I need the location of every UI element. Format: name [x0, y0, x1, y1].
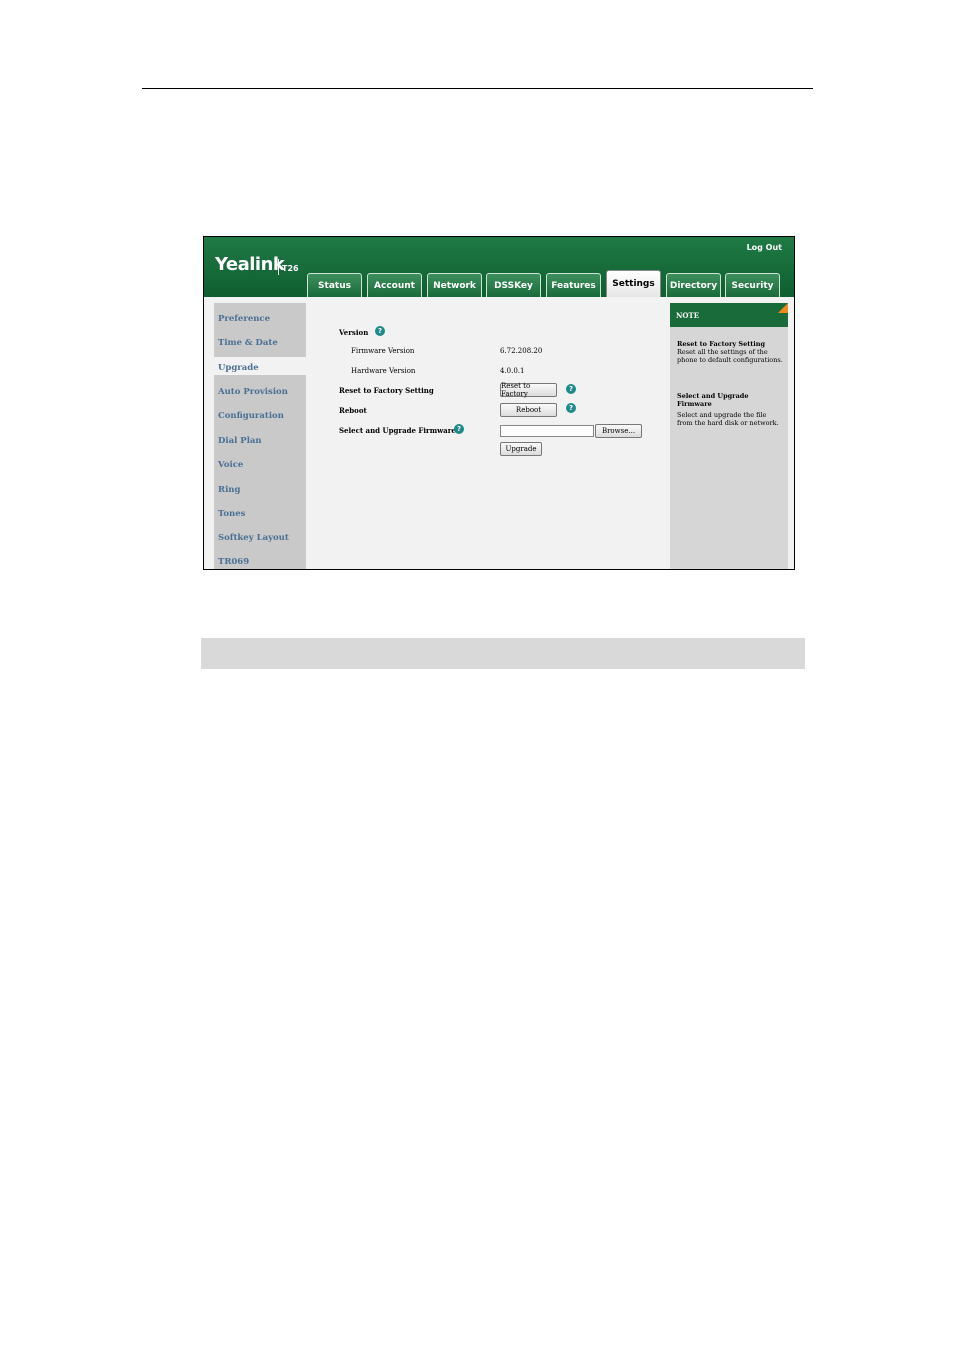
upgrade-button[interactable]: Upgrade — [500, 442, 542, 456]
hardware-version-value: 4.0.0.1 — [500, 367, 525, 375]
reboot-button[interactable]: Reboot — [500, 403, 557, 417]
browse-button[interactable]: Browse... — [595, 424, 642, 438]
note-panel: NOTE Reset to Factory Setting Reset all … — [670, 303, 788, 569]
sidebar-item-dial-plan[interactable]: Dial Plan — [218, 436, 262, 446]
note-heading: NOTE — [670, 303, 788, 327]
reboot-help-icon[interactable]: ? — [566, 403, 576, 413]
tab-network[interactable]: Network — [427, 273, 482, 297]
header-bar: Yealink T26 Log Out Status Account Netwo… — [204, 237, 794, 297]
tab-account[interactable]: Account — [367, 273, 422, 297]
tab-security[interactable]: Security — [725, 273, 780, 297]
note-reset-title: Reset to Factory Setting — [677, 340, 766, 348]
upgrade-help-icon[interactable]: ? — [454, 424, 464, 434]
sidebar-item-upgrade[interactable]: Upgrade — [218, 363, 259, 373]
version-label: Version — [339, 328, 369, 337]
tab-features[interactable]: Features — [546, 273, 601, 297]
page-top-rule — [142, 88, 813, 89]
firmware-file-input[interactable] — [500, 425, 594, 437]
tab-dsskey[interactable]: DSSKey — [486, 273, 541, 297]
model-label: T26 — [282, 264, 299, 273]
firmware-version-value: 6.72.208.20 — [500, 347, 543, 355]
firmware-version-label: Firmware Version — [351, 347, 415, 355]
sidebar-item-tones[interactable]: Tones — [218, 509, 245, 519]
reset-factory-label: Reset to Factory Setting — [339, 386, 434, 395]
sidebar-item-tr069[interactable]: TR069 — [218, 557, 249, 567]
sidebar-item-time-date[interactable]: Time & Date — [218, 338, 278, 348]
version-help-icon[interactable]: ? — [375, 326, 385, 336]
tab-settings[interactable]: Settings — [606, 270, 661, 297]
reboot-label: Reboot — [339, 406, 367, 415]
reset-help-icon[interactable]: ? — [566, 384, 576, 394]
sidebar-item-softkey-layout[interactable]: Softkey Layout — [218, 533, 289, 543]
sidebar-item-auto-provision[interactable]: Auto Provision — [218, 387, 288, 397]
note-upgrade-text: Select and upgrade the file from the har… — [677, 411, 779, 427]
sidebar-item-ring[interactable]: Ring — [218, 485, 240, 495]
tab-status[interactable]: Status — [307, 273, 362, 297]
brand-logo: Yealink — [215, 254, 285, 275]
note-upgrade-title: Select and Upgrade Firmware — [677, 392, 749, 408]
hardware-version-label: Hardware Version — [351, 367, 416, 375]
upgrade-firmware-label: Select and Upgrade Firmware — [339, 426, 456, 435]
screenshot-frame: Yealink T26 Log Out Status Account Netwo… — [203, 236, 795, 570]
gray-table-header-bar — [201, 638, 805, 669]
main-body: Preference Time & Date Upgrade Auto Prov… — [204, 297, 794, 569]
logout-link[interactable]: Log Out — [747, 243, 782, 252]
sidebar-item-voice[interactable]: Voice — [218, 460, 243, 470]
note-corner-flag — [778, 303, 788, 313]
sidebar-item-configuration[interactable]: Configuration — [218, 411, 284, 421]
tab-directory[interactable]: Directory — [666, 273, 721, 297]
note-reset-text: Reset all the settings of the phone to d… — [677, 348, 783, 364]
sidebar-item-preference[interactable]: Preference — [218, 314, 270, 324]
logo-divider — [278, 259, 279, 275]
reset-factory-button[interactable]: Reset to Factory — [500, 382, 557, 398]
